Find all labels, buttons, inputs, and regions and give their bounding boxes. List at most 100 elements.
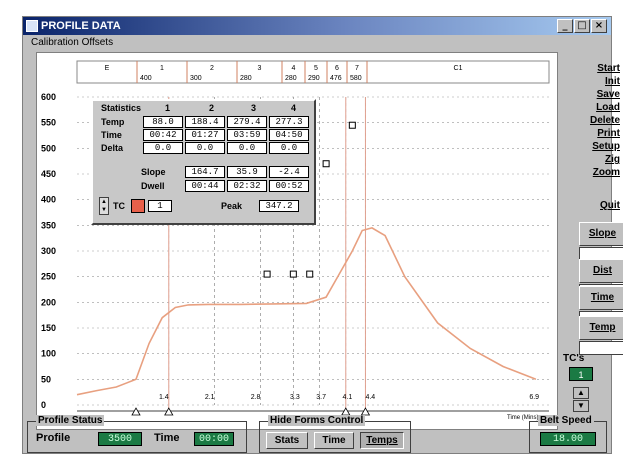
- zone-temp: 476: [330, 75, 342, 82]
- delete-button[interactable]: Delete: [576, 114, 623, 127]
- load-button[interactable]: Load: [576, 101, 623, 114]
- zone-label: E: [105, 65, 110, 72]
- y-tick-label: 500: [41, 143, 56, 153]
- data-marker: [348, 121, 356, 129]
- statistics-panel[interactable]: Statistics 1 2 3 4 Temp Time Delta 88.0 …: [91, 99, 316, 225]
- dwell-row-label: Dwell: [141, 181, 165, 191]
- save-button[interactable]: Save: [576, 88, 623, 101]
- data-marker: [322, 160, 330, 168]
- tcs-up-button[interactable]: ▲: [573, 387, 589, 399]
- tc-label: TC: [113, 201, 125, 211]
- y-tick-label: 150: [41, 323, 56, 333]
- stats-col-4: 4: [291, 103, 297, 113]
- slope-cell-2: 35.9: [227, 166, 267, 178]
- delta-cell-4: 0.0: [269, 142, 309, 154]
- stats-col-2: 2: [209, 103, 215, 113]
- zone-label: 2: [210, 65, 214, 72]
- app-icon: [26, 20, 38, 32]
- time-toggle-button[interactable]: Time: [314, 432, 354, 449]
- zone-triangle-marker: [341, 407, 351, 416]
- stats-toggle-button[interactable]: Stats: [266, 432, 308, 449]
- delta-cell-3: 0.0: [227, 142, 267, 154]
- zoom-button[interactable]: Zoom: [576, 166, 623, 179]
- data-marker: [306, 270, 314, 278]
- x-tick-label: 2.1: [205, 394, 215, 401]
- setup-button[interactable]: Setup: [576, 140, 623, 153]
- delta-row-label: Delta: [101, 143, 124, 153]
- hide-forms-group: Hide Forms Control Stats Time Temps: [259, 415, 411, 453]
- slope-cell-3: -2.4: [269, 166, 309, 178]
- app-window: PROFILE DATA _ □ × Calibration Offsets E…: [22, 16, 623, 454]
- zone-temp: 280: [285, 75, 297, 82]
- minimize-button[interactable]: _: [557, 19, 573, 33]
- zone-temp: 580: [350, 75, 362, 82]
- x-tick-label: 6.9: [529, 394, 539, 401]
- zone-temp: 300: [190, 75, 202, 82]
- temp-cell-3: 279.4: [227, 116, 267, 128]
- title-bar: PROFILE DATA _ □ ×: [23, 17, 611, 35]
- menu-bar: Calibration Offsets: [23, 35, 611, 51]
- quit-button[interactable]: Quit: [576, 199, 623, 212]
- delta-cell-2: 0.0: [185, 142, 225, 154]
- profile-label: Profile: [36, 432, 71, 444]
- dwell-cell-1: 00:44: [185, 180, 225, 192]
- time-label: Time: [154, 432, 180, 444]
- y-tick-label: 400: [41, 195, 56, 205]
- zone-triangle-marker: [164, 407, 174, 416]
- zone-triangle-marker: [360, 407, 371, 416]
- maximize-button[interactable]: □: [574, 19, 590, 33]
- y-tick-label: 200: [41, 297, 56, 307]
- slope-cell-1: 164.7: [185, 166, 225, 178]
- zone-label: 4: [292, 65, 296, 72]
- zone-label: 1: [160, 65, 164, 72]
- tc-spinner[interactable]: ▲ ▼: [99, 197, 109, 215]
- dist-button[interactable]: Dist: [579, 259, 623, 283]
- temp-button[interactable]: Temp: [579, 316, 623, 340]
- print-button[interactable]: Print: [576, 127, 623, 140]
- time-value: 00:00: [194, 432, 234, 446]
- zone-label: C1: [454, 65, 463, 72]
- slope-row-label: Slope: [141, 167, 166, 177]
- y-tick-label: 100: [41, 349, 56, 359]
- time-cell-4: 04:50: [269, 129, 309, 141]
- peak-value: 347.2: [259, 200, 299, 212]
- x-tick-label: 4.4: [365, 394, 375, 401]
- zig-button[interactable]: Zig: [576, 153, 623, 166]
- slope-button[interactable]: Slope: [579, 222, 623, 246]
- zone-temp: 290: [308, 75, 320, 82]
- y-tick-label: 50: [41, 374, 51, 384]
- x-tick-label: 3.7: [316, 394, 326, 401]
- belt-speed-title: Belt Speed: [538, 415, 594, 426]
- tc-value: 1: [148, 200, 172, 212]
- temp-cell-2: 188.4: [185, 116, 225, 128]
- temp-value-box: [579, 341, 623, 355]
- data-marker: [263, 270, 271, 278]
- menu-calibration-offsets[interactable]: Calibration Offsets: [31, 37, 113, 48]
- time-row-label: Time: [101, 130, 122, 140]
- close-button[interactable]: ×: [591, 19, 607, 33]
- zone-label: 5: [314, 65, 318, 72]
- time-button[interactable]: Time: [579, 286, 623, 310]
- temp-cell-1: 88.0: [143, 116, 183, 128]
- temp-row-label: Temp: [101, 117, 125, 127]
- tcs-value: 1: [569, 367, 593, 381]
- belt-speed-group: Belt Speed 18.00: [529, 415, 607, 453]
- zone-triangle-marker: [131, 407, 141, 416]
- hide-forms-title: Hide Forms Control: [268, 415, 366, 426]
- y-tick-label: 0: [41, 400, 46, 410]
- y-tick-label: 300: [41, 246, 56, 256]
- statistics-title: Statistics: [101, 103, 142, 113]
- tcs-down-button[interactable]: ▼: [573, 400, 589, 412]
- start-button[interactable]: Start: [576, 62, 623, 75]
- profile-status-title: Profile Status: [36, 415, 105, 426]
- y-tick-label: 600: [41, 92, 56, 102]
- window-title: PROFILE DATA: [41, 20, 121, 32]
- stats-col-1: 1: [165, 103, 171, 113]
- dwell-cell-2: 02:32: [227, 180, 267, 192]
- time-cell-3: 03:59: [227, 129, 267, 141]
- temps-toggle-button[interactable]: Temps: [360, 432, 404, 449]
- temp-cell-4: 277.3: [269, 116, 309, 128]
- tc-color-swatch: [131, 199, 145, 213]
- time-cell-2: 01:27: [185, 129, 225, 141]
- init-button[interactable]: Init: [576, 75, 623, 88]
